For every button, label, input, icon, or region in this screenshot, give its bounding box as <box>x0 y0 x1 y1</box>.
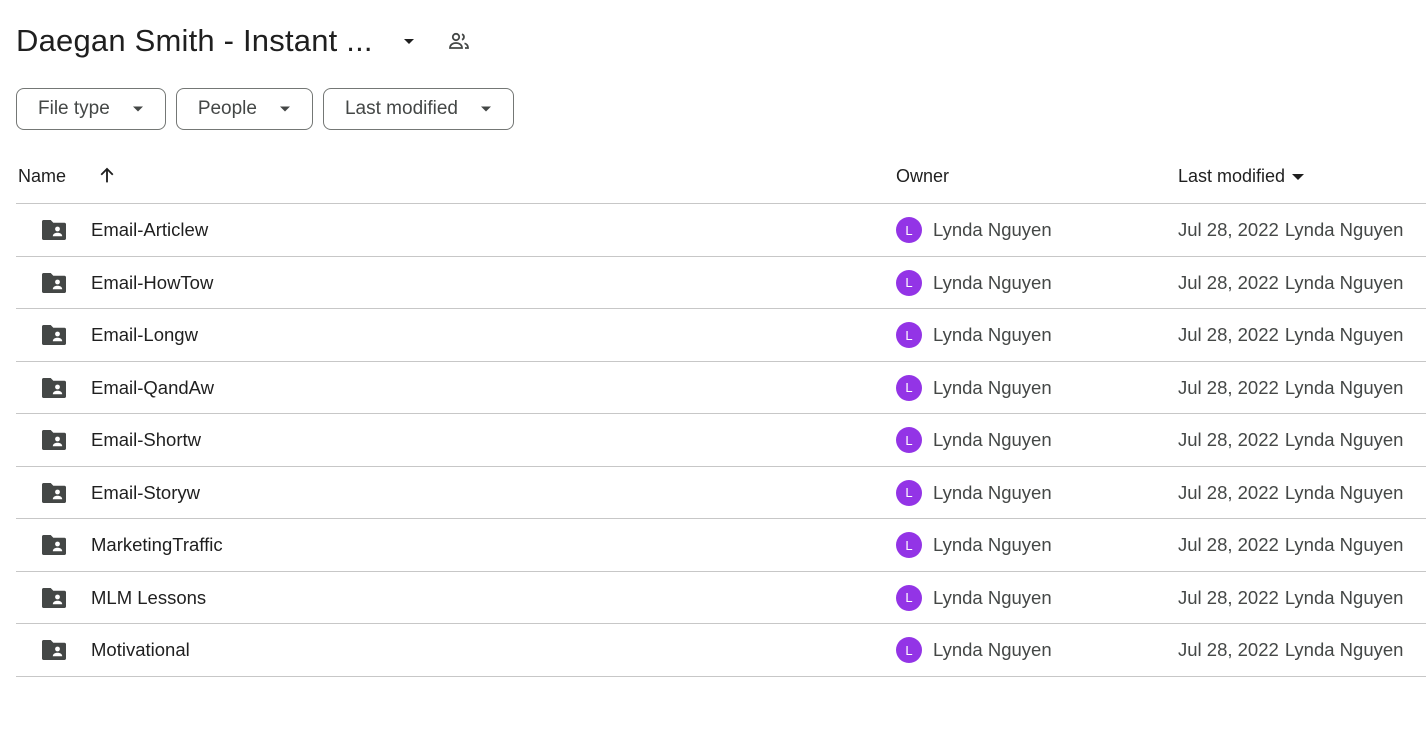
table-row[interactable]: MarketingTraffic L Lynda Nguyen Jul 28, … <box>16 519 1426 572</box>
last-modified-filter-label: Last modified <box>344 98 458 119</box>
last-modified-cell: Jul 28, 2022 Lynda Nguyen <box>1178 219 1403 241</box>
modified-by: Lynda Nguyen <box>1284 429 1404 450</box>
owner-name: Lynda Nguyen <box>933 219 1052 240</box>
file-name: Email-Longw <box>91 324 198 345</box>
avatar: L <box>896 427 922 453</box>
avatar: L <box>896 637 922 663</box>
arrow-drop-down-icon <box>480 105 492 113</box>
column-header-name[interactable]: Name <box>18 166 66 187</box>
shared-folder-icon <box>40 533 68 557</box>
folder-header: Daegan Smith - Instant ... <box>16 18 473 64</box>
people-filter-label: People <box>197 98 257 119</box>
modified-date: Jul 28, 2022 <box>1178 481 1279 503</box>
file-name: Email-Storyw <box>91 481 200 503</box>
table-row[interactable]: Email-QandAw L Lynda Nguyen Jul 28, 2022… <box>16 362 1426 414</box>
file-name: Email-HowTow <box>91 271 214 293</box>
owner-name: Lynda Nguyen <box>933 376 1052 398</box>
shared-folder-icon <box>40 428 68 452</box>
modified-date: Jul 28, 2022 <box>1178 219 1279 240</box>
file-name: Email-Shortw <box>91 429 201 450</box>
drive-folder-view: Daegan Smith - Instant ... File type Peo… <box>0 0 1426 756</box>
shared-folder-icon <box>40 376 68 400</box>
last-modified-cell: Jul 28, 2022 Lynda Nguyen <box>1178 324 1403 346</box>
modified-by: Lynda Nguyen <box>1284 219 1404 240</box>
file-name: MLM Lessons <box>91 586 207 608</box>
last-modified-cell: Jul 28, 2022 Lynda Nguyen <box>1178 272 1403 294</box>
last-modified-filter[interactable]: Last modified <box>322 88 514 130</box>
table-row[interactable]: Email-Storyw L Lynda Nguyen Jul 28, 2022… <box>16 467 1426 519</box>
last-modified-cell: Jul 28, 2022 Lynda Nguyen <box>1178 377 1403 399</box>
people-filter[interactable]: People <box>175 88 313 130</box>
shared-folder-icon <box>40 323 68 347</box>
filter-bar: File type People Last modified <box>16 88 514 130</box>
file-name: Motivational <box>91 639 190 660</box>
modified-by: Lynda Nguyen <box>1284 376 1404 398</box>
arrow-drop-down-icon <box>279 105 291 113</box>
arrow-drop-down-icon <box>1291 173 1305 181</box>
shared-folder-icon <box>40 586 68 610</box>
owner-name: Lynda Nguyen <box>933 586 1052 608</box>
modified-date: Jul 28, 2022 <box>1178 271 1279 293</box>
owner-name: Lynda Nguyen <box>933 429 1052 450</box>
modified-by: Lynda Nguyen <box>1284 481 1404 503</box>
last-modified-cell: Jul 28, 2022 Lynda Nguyen <box>1178 534 1403 556</box>
file-list: Email-Articlew L Lynda Nguyen Jul 28, 20… <box>16 204 1426 677</box>
last-modified-cell: Jul 28, 2022 Lynda Nguyen <box>1178 429 1403 451</box>
table-row[interactable]: Email-Articlew L Lynda Nguyen Jul 28, 20… <box>16 204 1426 257</box>
arrow-drop-down-icon <box>132 105 144 113</box>
avatar: L <box>896 322 922 348</box>
modified-by: Lynda Nguyen <box>1284 586 1404 608</box>
shared-folder-icon <box>40 481 68 505</box>
avatar: L <box>896 217 922 243</box>
shared-folder-icon <box>40 638 68 662</box>
table-row[interactable]: Email-Longw L Lynda Nguyen Jul 28, 2022 L… <box>16 309 1426 362</box>
column-header-last-modified[interactable]: Last modified <box>1178 166 1305 187</box>
modified-date: Jul 28, 2022 <box>1178 586 1279 608</box>
modified-by: Lynda Nguyen <box>1284 271 1404 293</box>
table-row[interactable]: Motivational L Lynda Nguyen Jul 28, 2022… <box>16 624 1426 677</box>
owner-name: Lynda Nguyen <box>933 534 1052 555</box>
table-row[interactable]: Email-HowTow L Lynda Nguyen Jul 28, 2022… <box>16 257 1426 309</box>
file-type-filter[interactable]: File type <box>16 88 166 130</box>
modified-by: Lynda Nguyen <box>1284 324 1404 345</box>
shared-folder-icon <box>40 271 68 295</box>
file-type-filter-label: File type <box>38 98 110 119</box>
modified-by: Lynda Nguyen <box>1284 534 1404 555</box>
arrow-upward-icon[interactable] <box>96 164 118 186</box>
shared-folder-icon <box>40 218 68 242</box>
avatar: L <box>896 532 922 558</box>
avatar: L <box>896 374 922 401</box>
file-name: MarketingTraffic <box>91 534 223 555</box>
owner-name: Lynda Nguyen <box>933 271 1052 293</box>
table-row[interactable]: MLM Lessons L Lynda Nguyen Jul 28, 2022 L… <box>16 572 1426 624</box>
owner-name: Lynda Nguyen <box>933 639 1052 660</box>
owner-name: Lynda Nguyen <box>933 324 1052 345</box>
avatar: L <box>896 479 922 506</box>
modified-date: Jul 28, 2022 <box>1178 429 1279 450</box>
modified-date: Jul 28, 2022 <box>1178 324 1279 345</box>
modified-date: Jul 28, 2022 <box>1178 534 1279 555</box>
owner-name: Lynda Nguyen <box>933 481 1052 503</box>
arrow-drop-down-icon[interactable] <box>395 27 423 55</box>
modified-date: Jul 28, 2022 <box>1178 639 1279 660</box>
avatar: L <box>896 584 922 611</box>
modified-date: Jul 28, 2022 <box>1178 376 1279 398</box>
table-row[interactable]: Email-Shortw L Lynda Nguyen Jul 28, 2022… <box>16 414 1426 467</box>
column-header-owner: Owner <box>896 166 950 186</box>
folder-title[interactable]: Daegan Smith - Instant ... <box>16 23 373 59</box>
table-header: Name Owner Last modified <box>16 150 1426 204</box>
last-modified-cell: Jul 28, 2022 Lynda Nguyen <box>1178 639 1403 661</box>
last-modified-cell: Jul 28, 2022 Lynda Nguyen <box>1178 587 1403 609</box>
people-icon <box>445 27 473 55</box>
column-header-last-modified-label: Last modified <box>1178 166 1286 186</box>
last-modified-cell: Jul 28, 2022 Lynda Nguyen <box>1178 482 1403 504</box>
avatar: L <box>896 269 922 296</box>
file-name: Email-Articlew <box>91 219 209 240</box>
file-name: Email-QandAw <box>91 376 215 398</box>
modified-by: Lynda Nguyen <box>1284 639 1404 660</box>
